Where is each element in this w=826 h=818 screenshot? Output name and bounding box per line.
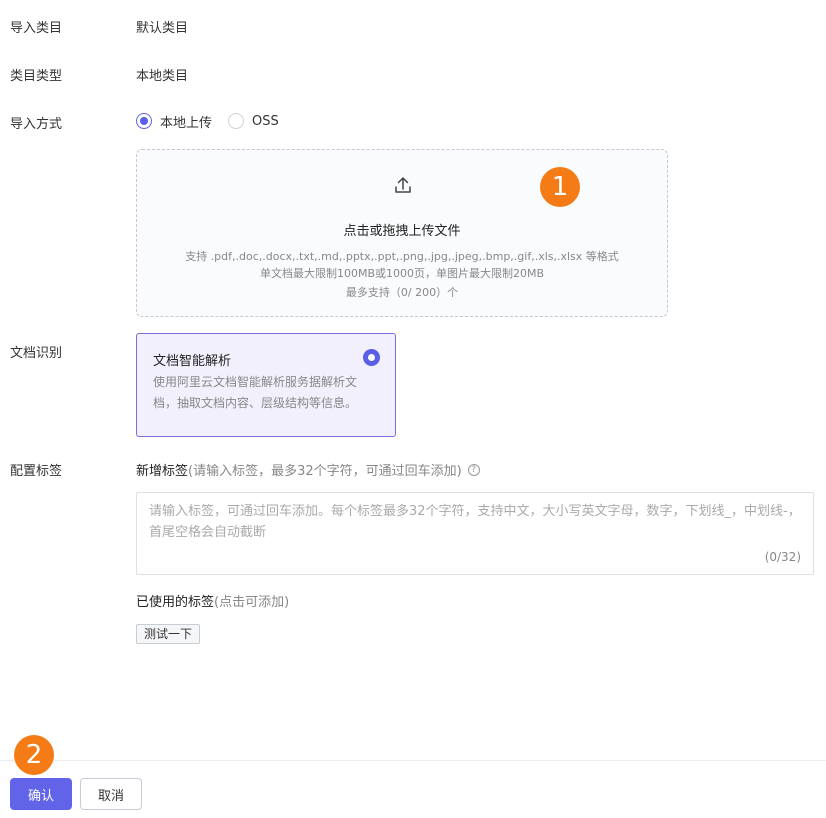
smart-parse-description: 使用阿里云文档智能解析服务据解析文档，抽取文档内容、层级结构等信息。 xyxy=(153,375,358,410)
local-upload-radio[interactable] xyxy=(136,113,152,129)
new-tag-heading: 新增标签 (请输入标签，最多32个字符，可通过回车添加) ? xyxy=(136,460,480,479)
tag-input-placeholder: 请输入标签，可通过回车添加。每个标签最多32个字符，支持中文，大小写英文字母，数… xyxy=(149,504,801,540)
used-tags-hint: (点击可添加) xyxy=(214,595,290,610)
import-category-value: 默认类目 xyxy=(136,21,189,36)
used-tag-chip[interactable]: 测试一下 xyxy=(136,624,201,644)
tag-input-textarea[interactable]: 请输入标签，可通过回车添加。每个标签最多32个字符，支持中文，大小写英文字母，数… xyxy=(136,492,814,575)
upload-hint-max: 最多支持（0/ 200）个 xyxy=(345,286,459,299)
import-category-label: 导入类目 xyxy=(10,21,63,36)
smart-parse-radio[interactable] xyxy=(363,349,380,366)
smart-parse-option-card[interactable]: 文档智能解析 使用阿里云文档智能解析服务据解析文档，抽取文档内容、层级结构等信息… xyxy=(136,333,396,437)
doc-recognition-label: 文档识别 xyxy=(10,346,63,361)
footer-divider xyxy=(0,760,826,761)
upload-dropzone[interactable]: 点击或拖拽上传文件 支持 .pdf,.doc,.docx,.txt,.md,.p… xyxy=(136,149,668,317)
tags-label: 配置标签 xyxy=(10,464,63,479)
used-tags-title: 已使用的标签 xyxy=(136,595,215,610)
upload-hint-formats: 支持 .pdf,.doc,.docx,.txt,.md,.pptx,.ppt,.… xyxy=(185,250,619,263)
help-icon[interactable]: ? xyxy=(467,463,480,476)
new-tag-hint: (请输入标签，最多32个字符，可通过回车添加) xyxy=(188,464,462,479)
annotation-badge-1: 1 xyxy=(540,167,580,207)
new-tag-title: 新增标签 xyxy=(136,464,189,479)
upload-title: 点击或拖拽上传文件 xyxy=(343,224,461,239)
import-method-radio-group: 本地上传 OSS xyxy=(136,112,295,131)
import-method-label: 导入方式 xyxy=(10,117,63,132)
cancel-button[interactable]: 取消 xyxy=(80,778,142,810)
annotation-badge-2: 2 xyxy=(14,735,54,775)
smart-parse-title: 文档智能解析 xyxy=(153,354,232,369)
tag-char-count: (0/32) xyxy=(764,550,801,564)
upload-hint-limits: 单文档最大限制100MB或1000页，单图片最大限制20MB xyxy=(259,267,545,280)
category-type-label: 类目类型 xyxy=(10,69,63,84)
used-tags-heading: 已使用的标签(点击可添加) xyxy=(136,591,289,610)
local-upload-radio-label[interactable]: 本地上传 xyxy=(160,112,212,131)
confirm-button[interactable]: 确认 xyxy=(10,778,72,810)
oss-radio-label[interactable]: OSS xyxy=(252,114,279,129)
oss-radio[interactable] xyxy=(228,113,245,129)
upload-icon xyxy=(395,177,411,193)
category-type-value: 本地类目 xyxy=(136,69,189,84)
